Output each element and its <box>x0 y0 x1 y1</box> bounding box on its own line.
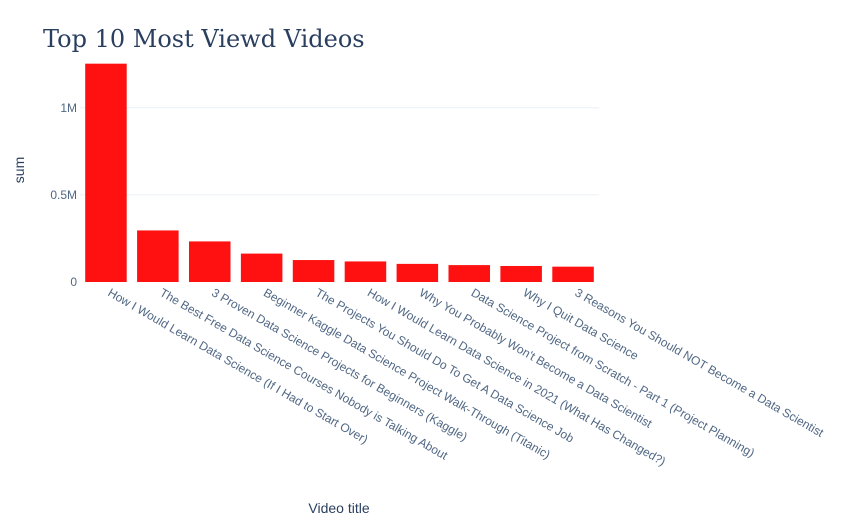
y-axis-ticks: 0 0.5M 1M <box>50 101 77 289</box>
y-tick-label: 0 <box>70 275 77 289</box>
y-axis-title: sum <box>11 157 27 183</box>
y-tick-label: 1M <box>60 101 77 115</box>
bar[interactable] <box>85 63 127 283</box>
bar[interactable] <box>188 241 231 282</box>
bar[interactable] <box>552 266 594 282</box>
bar[interactable] <box>396 263 439 282</box>
x-axis-title: Video title <box>308 500 369 516</box>
x-axis-ticks: How I Would Learn Data Science (If I Had… <box>105 285 826 468</box>
chart-title: Top 10 Most Viewd Videos <box>43 25 365 53</box>
y-tick-label: 0.5M <box>50 188 77 202</box>
bar[interactable] <box>448 265 491 282</box>
bar-chart: Top 10 Most Viewd Videos 0 0.5M 1M How I W… <box>11 25 827 516</box>
bar[interactable] <box>240 253 283 282</box>
bar[interactable] <box>344 261 387 282</box>
bars <box>85 63 594 283</box>
gridlines <box>80 107 599 196</box>
bar[interactable] <box>500 265 542 282</box>
bar[interactable] <box>137 230 179 282</box>
bar[interactable] <box>292 260 335 282</box>
